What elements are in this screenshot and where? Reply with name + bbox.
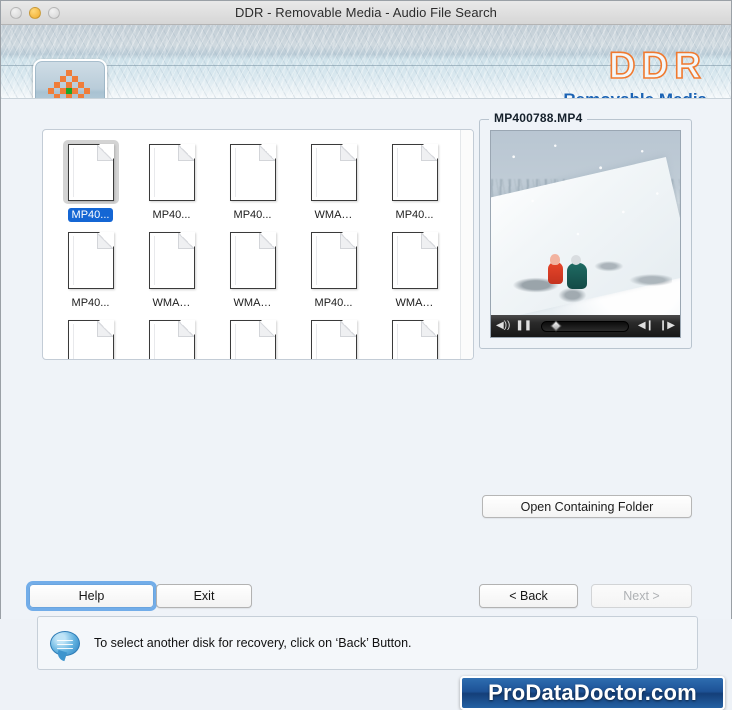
file-item[interactable]: WMA… xyxy=(379,228,450,310)
zoom-button[interactable] xyxy=(48,7,60,19)
file-item[interactable] xyxy=(55,316,126,359)
file-item[interactable] xyxy=(217,316,288,359)
file-icon-wrap xyxy=(306,316,362,359)
document-icon xyxy=(229,320,276,359)
file-icon-wrap xyxy=(225,228,281,292)
status-message: To select another disk for recovery, cli… xyxy=(94,636,412,650)
file-item[interactable]: WMA… xyxy=(298,140,369,222)
document-icon xyxy=(391,144,438,201)
seek-slider[interactable] xyxy=(541,320,629,332)
app-header: DDR Removable Media xyxy=(1,25,731,99)
preview-image xyxy=(491,131,680,315)
step-forward-icon[interactable]: ❙▶ xyxy=(659,321,675,331)
ddr-logo-subtitle: Removable Media xyxy=(563,91,707,98)
file-item[interactable]: MP40... xyxy=(55,228,126,310)
preview-frame: ◀)) ❚❚ ◀❙ ❙▶ xyxy=(479,119,692,349)
file-row: MP40... WMA… WMA… MP40... WMA… xyxy=(55,228,460,310)
file-item[interactable]: MP40... xyxy=(379,140,450,222)
file-label: WMA… xyxy=(395,297,434,309)
file-icon-wrap xyxy=(387,140,443,204)
file-item[interactable] xyxy=(379,316,450,359)
close-button[interactable] xyxy=(10,7,22,19)
file-icon-wrap xyxy=(144,140,200,204)
file-label: WMA… xyxy=(233,297,272,309)
seek-thumb[interactable] xyxy=(550,320,562,332)
file-item[interactable]: MP40... xyxy=(217,140,288,222)
document-icon xyxy=(310,320,357,359)
ddr-logo-word: DDR xyxy=(608,45,707,86)
document-icon xyxy=(148,320,195,359)
title-bar: DDR - Removable Media - Audio File Searc… xyxy=(1,1,731,25)
window-controls xyxy=(10,7,60,19)
file-label: WMA… xyxy=(314,209,353,221)
document-icon xyxy=(310,232,357,289)
minimize-button[interactable] xyxy=(29,7,41,19)
pause-icon[interactable]: ❚❚ xyxy=(515,321,532,331)
file-row: MP40... MP40... MP40... WMA… MP40... xyxy=(55,140,460,222)
file-item[interactable]: MP40... xyxy=(55,140,126,222)
status-bar: To select another disk for recovery, cli… xyxy=(37,616,698,670)
file-icon-wrap xyxy=(144,316,200,359)
ddr-logo: DDR Removable Media xyxy=(563,45,707,98)
speaker-icon[interactable]: ◀)) xyxy=(496,321,510,331)
document-icon xyxy=(148,232,195,289)
file-item[interactable]: WMA… xyxy=(136,228,207,310)
main-content: MP40... MP40... MP40... WMA… MP40... MP4… xyxy=(1,99,731,710)
app-window: DDR - Removable Media - Audio File Searc… xyxy=(0,0,732,710)
document-icon xyxy=(148,144,195,201)
step-back-icon[interactable]: ◀❙ xyxy=(638,321,654,331)
brand-banner[interactable]: ProDataDoctor.com xyxy=(460,676,725,710)
file-icon-wrap xyxy=(225,140,281,204)
file-item[interactable] xyxy=(136,316,207,359)
vertical-scrollbar[interactable] xyxy=(460,130,473,359)
file-item[interactable]: MP40... xyxy=(136,140,207,222)
preview-filename: MP400788.MP4 xyxy=(489,111,588,125)
file-item[interactable]: MP40... xyxy=(298,228,369,310)
file-list-panel[interactable]: MP40... MP40... MP40... WMA… MP40... MP4… xyxy=(42,129,474,360)
exit-button[interactable]: Exit xyxy=(156,584,252,608)
file-icon-wrap xyxy=(306,140,362,204)
file-row xyxy=(55,316,460,359)
ddr-flower-icon xyxy=(48,70,90,98)
file-grid: MP40... MP40... MP40... WMA… MP40... MP4… xyxy=(43,130,460,359)
file-icon-wrap xyxy=(387,228,443,292)
document-icon xyxy=(310,144,357,201)
file-label: MP40... xyxy=(152,209,191,221)
document-icon xyxy=(229,232,276,289)
file-icon-wrap xyxy=(387,316,443,359)
file-icon-wrap xyxy=(63,228,119,292)
file-label: MP40... xyxy=(67,208,114,222)
file-item[interactable]: WMA… xyxy=(217,228,288,310)
file-icon-wrap xyxy=(62,140,119,204)
open-containing-folder-button[interactable]: Open Containing Folder xyxy=(482,495,692,518)
file-label: MP40... xyxy=(395,209,434,221)
file-icon-wrap xyxy=(306,228,362,292)
file-label: WMA… xyxy=(152,297,191,309)
file-icon-wrap xyxy=(144,228,200,292)
app-icon xyxy=(33,59,107,98)
video-player-controls: ◀)) ❚❚ ◀❙ ❙▶ xyxy=(491,315,680,337)
help-button[interactable]: Help xyxy=(29,584,154,608)
preview-panel: MP400788.MP4 ◀)) ❚❚ ◀❙ ❙▶ xyxy=(479,111,692,349)
document-icon xyxy=(67,144,114,201)
document-icon xyxy=(229,144,276,201)
file-label: MP40... xyxy=(314,297,353,309)
speech-bubble-icon xyxy=(50,630,80,656)
document-icon xyxy=(391,320,438,359)
preview-snowflakes xyxy=(491,131,680,315)
window-title: DDR - Removable Media - Audio File Searc… xyxy=(234,5,498,20)
document-icon xyxy=(391,232,438,289)
file-icon-wrap xyxy=(63,316,119,359)
back-button[interactable]: < Back xyxy=(479,584,578,608)
document-icon xyxy=(67,232,114,289)
file-label: MP40... xyxy=(71,297,110,309)
next-button: Next > xyxy=(591,584,692,608)
document-icon xyxy=(67,320,114,359)
file-item[interactable] xyxy=(298,316,369,359)
file-icon-wrap xyxy=(225,316,281,359)
brand-text: ProDataDoctor.com xyxy=(488,680,697,705)
preview-media[interactable]: ◀)) ❚❚ ◀❙ ❙▶ xyxy=(490,130,681,338)
file-label: MP40... xyxy=(233,209,272,221)
